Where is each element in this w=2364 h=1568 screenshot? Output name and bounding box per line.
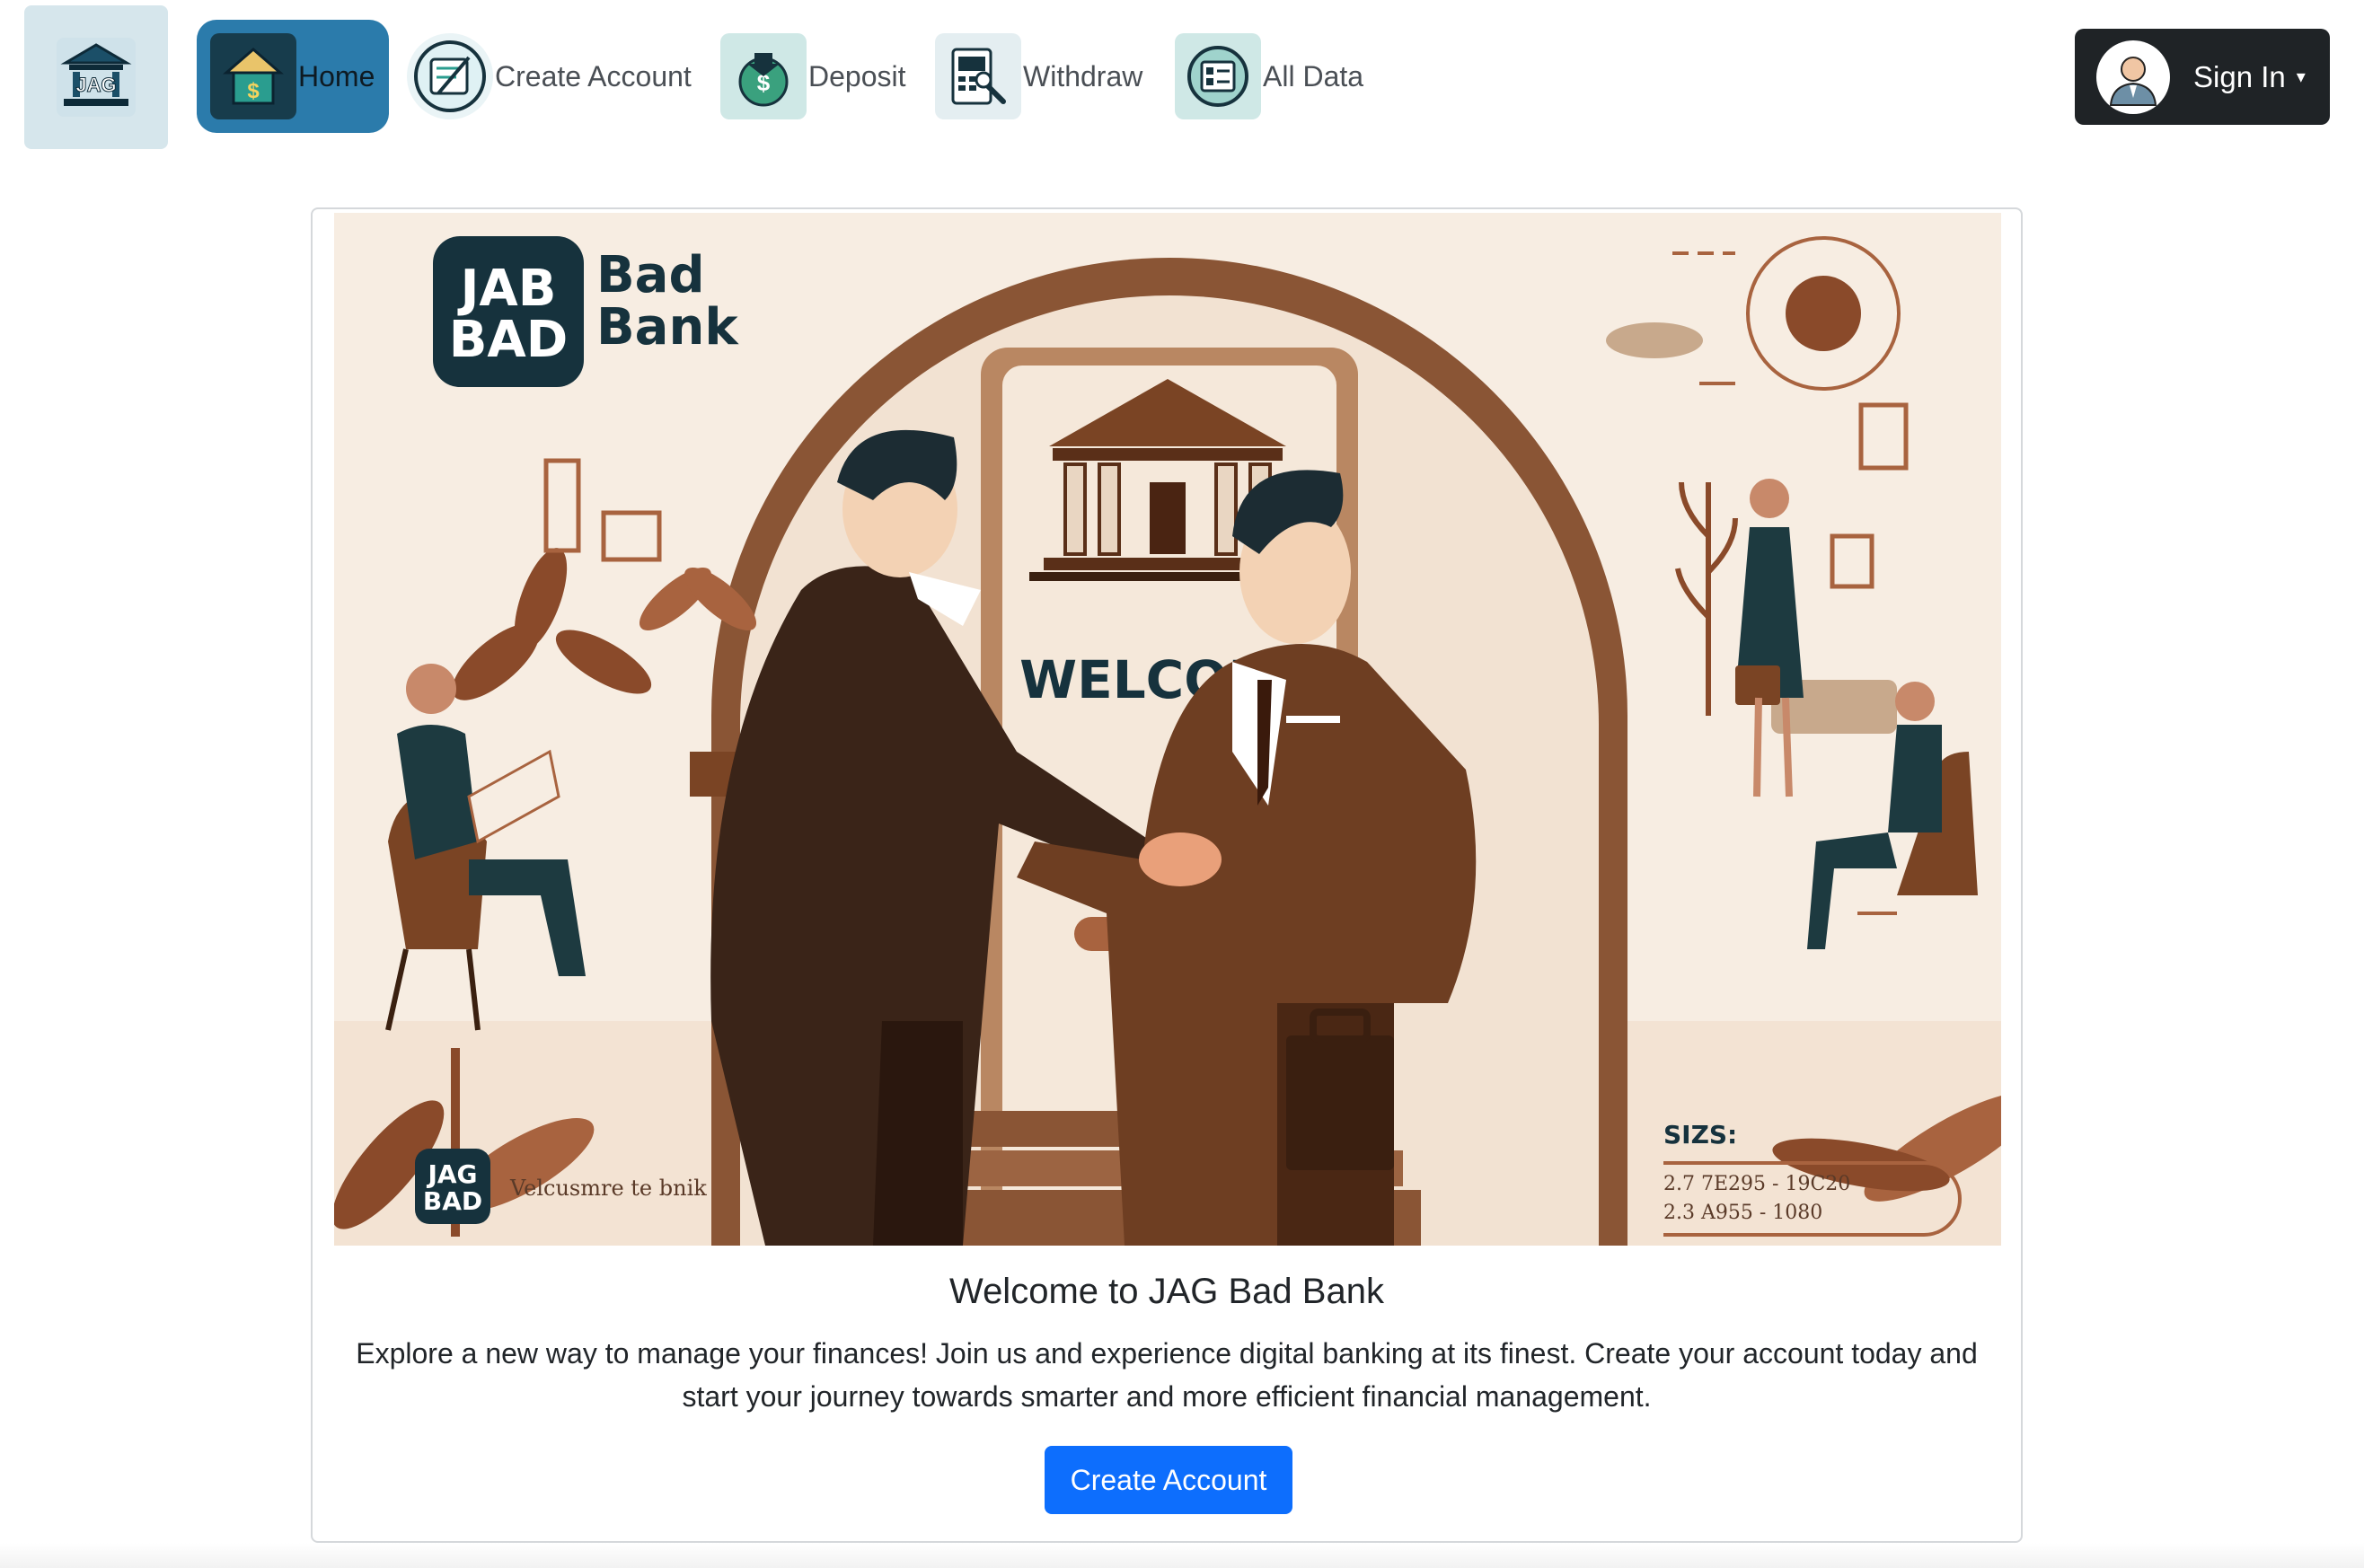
brand-logo-text: JAG (75, 74, 116, 96)
hero-logo-line2: BAD (449, 311, 569, 369)
brand-logo[interactable]: JAG (24, 5, 168, 149)
sizes-line2: 2.3 A955 - 1080 (1663, 1202, 1822, 1224)
bank-logo-icon: JAG (57, 38, 136, 117)
nav-create-account-label: Create Account (495, 59, 692, 92)
corner-logo-line1: JAG (426, 1159, 477, 1189)
hero-illustration: WELCOME JAB BAD Bad Bank JAG BAD Velcusm… (334, 213, 2001, 1246)
nav-withdraw[interactable]: Withdraw (935, 20, 1142, 133)
page-bottom-edge (0, 1543, 2364, 1568)
svg-text:$: $ (247, 79, 260, 103)
nav-withdraw-label: Withdraw (1023, 59, 1143, 92)
user-avatar-icon (2096, 40, 2170, 114)
corner-logo-line2: BAD (423, 1186, 482, 1216)
sign-in-label: Sign In (2193, 59, 2286, 93)
card-title: Welcome to JAG Bad Bank (949, 1272, 1384, 1311)
hero-name-line1: Bad (596, 246, 705, 304)
chevron-down-icon: ▾ (2296, 67, 2306, 87)
nav-deposit-label: Deposit (808, 59, 906, 92)
create-account-icon (407, 33, 493, 119)
nav-home[interactable]: $ Home (197, 20, 389, 133)
create-account-button[interactable]: Create Account (1045, 1446, 1292, 1514)
hero-logo-line1: JAB (457, 260, 557, 318)
withdraw-icon (935, 33, 1021, 119)
sizes-label: SIZS: (1663, 1120, 1737, 1150)
sizes-line1: 2.7 7E295 - 19C20 (1663, 1173, 1850, 1195)
briefcase (1286, 1035, 1394, 1170)
corner-tagline: Velcusmre te bnik (509, 1176, 707, 1201)
nav-create-account[interactable]: Create Account (407, 20, 692, 133)
all-data-icon (1175, 33, 1261, 119)
home-dollar-icon: $ (210, 33, 296, 119)
hero-name-line2: Bank (596, 298, 739, 357)
nav-all-data-label: All Data (1263, 59, 1364, 92)
nav-all-data[interactable]: All Data (1175, 20, 1363, 133)
welcome-card: WELCOME JAB BAD Bad Bank JAG BAD Velcusm… (311, 207, 2023, 1543)
nav-home-label: Home (298, 59, 375, 92)
nav-deposit[interactable]: $ Deposit (720, 20, 906, 133)
handshake (1139, 832, 1222, 886)
sign-in-dropdown[interactable]: Sign In ▾ (2075, 29, 2330, 125)
card-description: Explore a new way to manage your finance… (356, 1337, 1978, 1413)
deposit-icon: $ (720, 33, 807, 119)
